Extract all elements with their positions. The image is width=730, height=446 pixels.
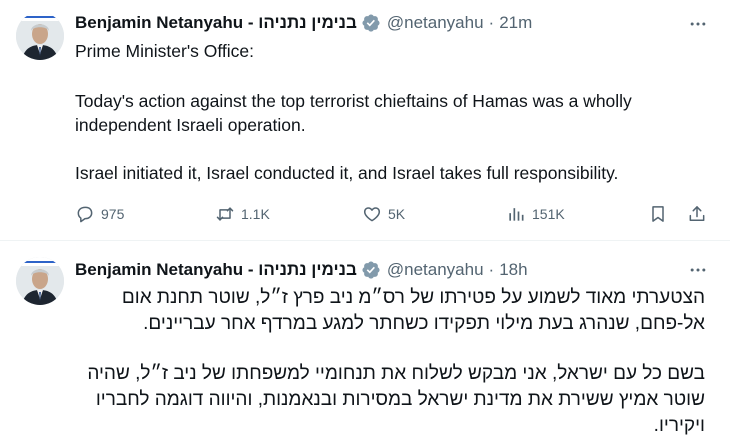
display-name[interactable]: Benjamin Netanyahu - בנימין נתניהו	[75, 13, 357, 33]
tweet-paragraph: Israel initiated it, Israel conducted it…	[75, 163, 619, 183]
reply-button[interactable]: 975	[75, 200, 124, 228]
handle[interactable]: @netanyahu	[387, 13, 484, 33]
like-count: 5K	[388, 206, 406, 222]
more-icon[interactable]	[684, 258, 712, 282]
separator-dot: ·	[488, 260, 495, 279]
view-count: 151K	[532, 206, 565, 222]
repost-button[interactable]: 1.1K	[215, 200, 270, 228]
tweet[interactable]: Benjamin Netanyahu - בנימין נתניהו @neta…	[0, 0, 730, 241]
verified-badge-icon	[361, 13, 381, 33]
avatar-photo	[16, 257, 64, 305]
tweet-paragraph: בשם כל עם ישראל, אני מבקש לשלוח את תנחומ…	[87, 363, 705, 436]
like-icon	[363, 207, 381, 222]
tweet[interactable]: Benjamin Netanyahu - בנימין נתניהו @neta…	[0, 241, 730, 446]
tweet-paragraph: Today's action against the top terrorist…	[75, 91, 632, 135]
timestamp[interactable]: 18h	[499, 260, 527, 280]
avatar-photo	[16, 12, 64, 60]
share-button[interactable]	[687, 200, 707, 228]
tweet-text: Today's action against the top terrorist…	[75, 89, 705, 137]
tweet-text: בשם כל עם ישראל, אני מבקש לשלוח את תנחומ…	[75, 361, 705, 439]
reply-count: 975	[101, 206, 125, 222]
tweet-header: Benjamin Netanyahu - בנימין נתניהו @neta…	[75, 11, 674, 35]
tweet-text: הצטערתי מאוד לשמוע על פטירתו של רס״מ ניב…	[75, 285, 705, 337]
avatar[interactable]	[16, 12, 64, 60]
tweet-paragraph: Prime Minister's Office:	[75, 41, 255, 61]
tweet-header: Benjamin Netanyahu - בנימין נתניהו @neta…	[75, 258, 674, 282]
reply-icon	[77, 206, 93, 223]
separator-dot: ·	[488, 13, 495, 32]
views-icon	[509, 208, 524, 221]
like-button[interactable]: 5K	[362, 200, 405, 228]
timestamp[interactable]: 21m	[499, 13, 532, 33]
repost-icon	[216, 207, 234, 221]
repost-count: 1.1K	[241, 206, 270, 222]
display-name[interactable]: Benjamin Netanyahu - בנימין נתניהו	[75, 260, 357, 280]
tweet-text: Israel initiated it, Israel conducted it…	[75, 161, 705, 185]
handle[interactable]: @netanyahu	[387, 260, 484, 280]
more-icon[interactable]	[684, 12, 712, 36]
share-icon	[689, 206, 705, 221]
views-button[interactable]: 151K	[506, 200, 565, 228]
tweet-paragraph: הצטערתי מאוד לשמוע על פטירתו של רס״מ ניב…	[121, 287, 705, 334]
tweet-text: Prime Minister's Office:	[75, 39, 705, 63]
avatar[interactable]	[16, 257, 64, 305]
action-bar: 975 1.1K 5K 151K	[75, 200, 712, 228]
bookmark-button[interactable]	[648, 200, 668, 228]
verified-badge-icon	[361, 260, 381, 280]
bookmark-icon	[652, 206, 664, 222]
